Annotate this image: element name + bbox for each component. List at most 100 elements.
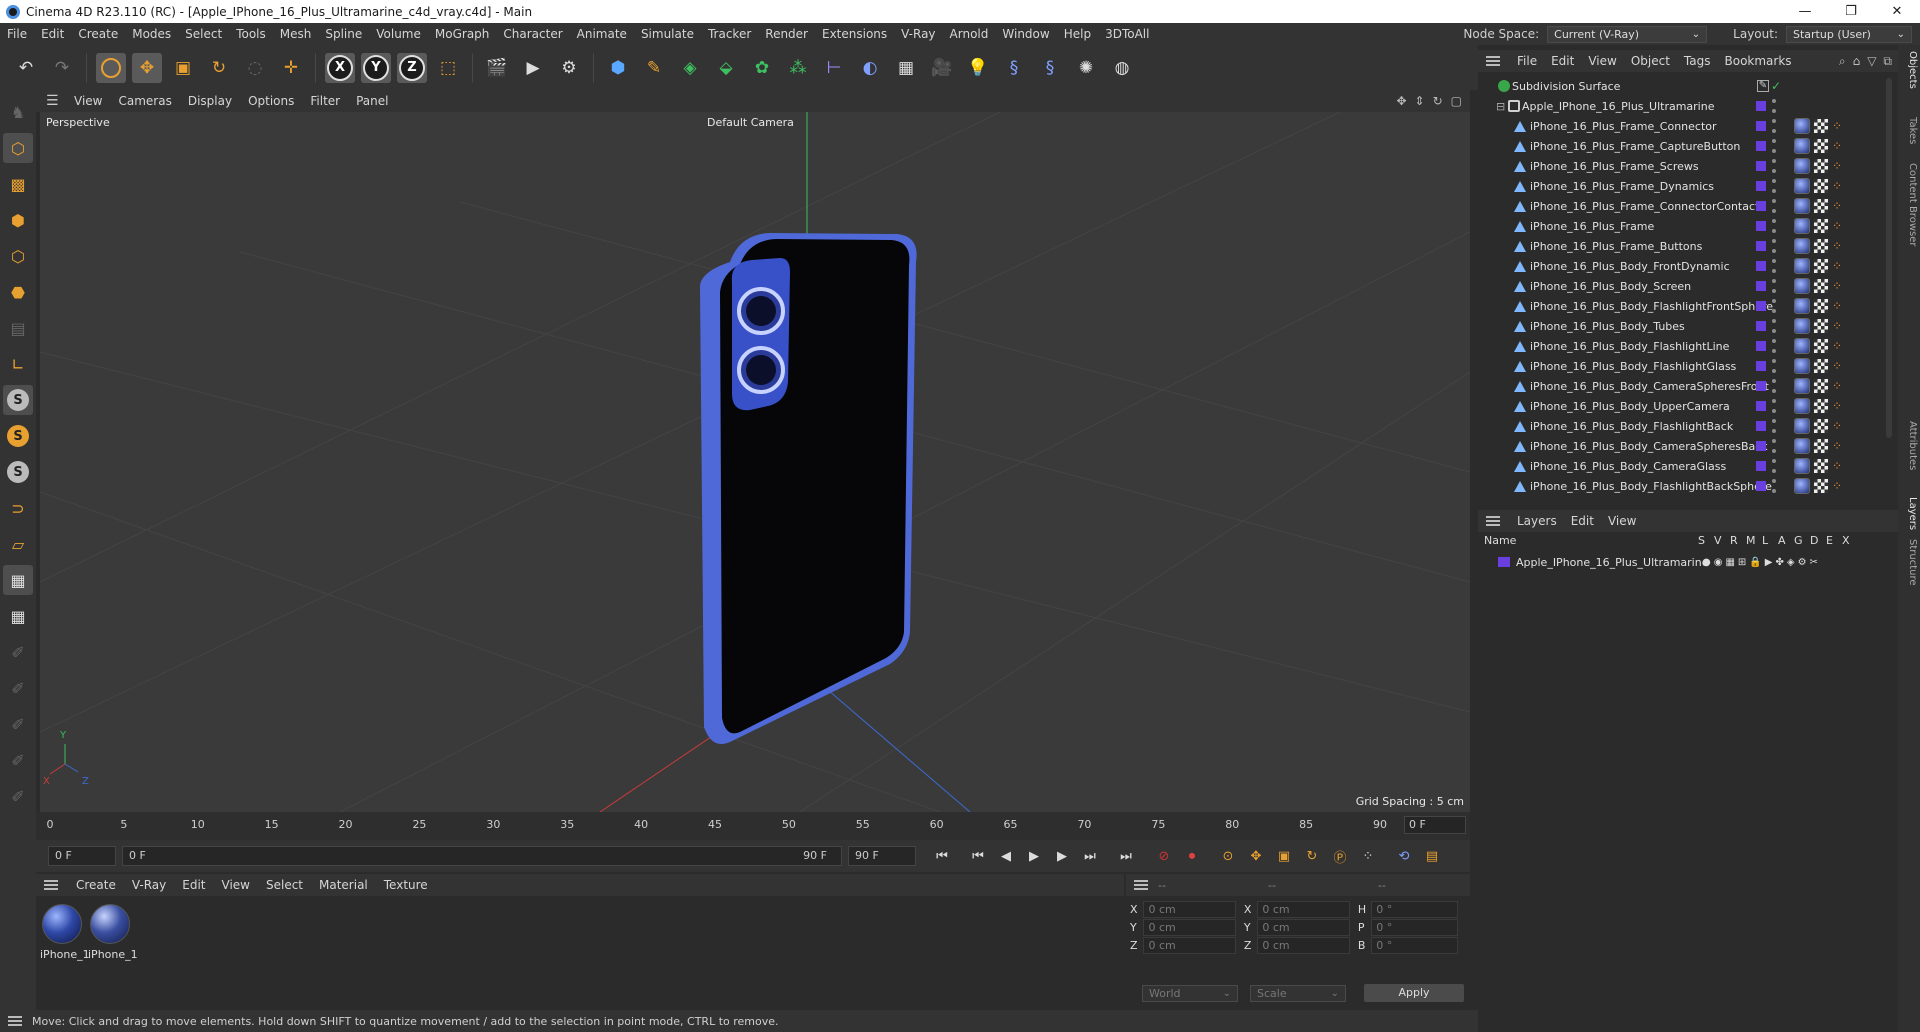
xref-icon[interactable]: ✂ [1810, 557, 1818, 568]
paint-icon[interactable]: ✐ [3, 637, 33, 667]
key-parameter-icon[interactable]: Ⓟ [1328, 844, 1352, 868]
texture-tag-icon[interactable] [1814, 239, 1828, 253]
tree-row-object[interactable]: iPhone_16_Plus_Body_FlashlightBackSphere… [1478, 476, 1898, 496]
objects-menu-file[interactable]: File [1510, 54, 1544, 68]
texture-tag-icon[interactable] [1814, 339, 1828, 353]
side-tab-objects[interactable]: Objects [1900, 51, 1918, 89]
motion-tracking-icon[interactable]: ⟲ [1392, 844, 1416, 868]
play-icon[interactable]: ▶ [1022, 844, 1046, 868]
viewport-menu-options[interactable]: Options [240, 94, 302, 108]
dolly-icon[interactable]: ⇕ [1415, 94, 1425, 108]
layers-menu-layers[interactable]: Layers [1510, 514, 1564, 528]
phong-tag-icon[interactable]: ⁘ [1832, 340, 1844, 352]
material-tag-icon[interactable] [1794, 418, 1810, 434]
material-tag-icon[interactable] [1794, 138, 1810, 154]
visibility-dots-icon[interactable] [1772, 459, 1776, 473]
objects-menu-edit[interactable]: Edit [1544, 54, 1581, 68]
visibility-dots-icon[interactable] [1772, 99, 1776, 113]
size-z-field[interactable]: 0 cm [1257, 936, 1350, 954]
collapse-icon[interactable]: ⊟ [1496, 100, 1505, 113]
objects-menu-tags[interactable]: Tags [1677, 54, 1718, 68]
viewport-menu-filter[interactable]: Filter [302, 94, 348, 108]
phong-tag-icon[interactable]: ⁘ [1832, 280, 1844, 292]
vray-settings-icon[interactable]: ✺ [1071, 53, 1101, 83]
material-menu-vray[interactable]: V-Ray [124, 878, 174, 892]
pan-icon[interactable]: ✥ [1396, 94, 1406, 108]
make-editable-icon[interactable]: ♞ [3, 97, 33, 127]
viewport-menu-icon[interactable]: ☰ [46, 93, 62, 109]
material-tag-icon[interactable] [1794, 118, 1810, 134]
layers-menu-view[interactable]: View [1601, 514, 1643, 528]
size-x-field[interactable]: 0 cm [1257, 900, 1350, 918]
render-view-icon[interactable]: ▶ [518, 53, 548, 83]
tree-row-object[interactable]: iPhone_16_Plus_Frame_Dynamics ⁘ [1478, 176, 1898, 196]
objects-menu-object[interactable]: Object [1624, 54, 1677, 68]
material-tag-icon[interactable] [1794, 158, 1810, 174]
python-icon[interactable]: § [999, 53, 1029, 83]
coordinates-menu-icon[interactable] [1134, 880, 1148, 890]
phong-tag-icon[interactable]: ⁘ [1832, 120, 1844, 132]
status-menu-icon[interactable] [8, 1016, 22, 1026]
phong-tag-icon[interactable]: ⁘ [1832, 400, 1844, 412]
phong-tag-icon[interactable]: ⁘ [1832, 360, 1844, 372]
menu-modes[interactable]: Modes [125, 27, 178, 41]
menu-render[interactable]: Render [758, 27, 815, 41]
cloner-icon[interactable]: ✿ [747, 53, 777, 83]
material-tag-icon[interactable] [1794, 438, 1810, 454]
manager-icon[interactable]: ⊞ [1738, 557, 1746, 568]
phong-tag-icon[interactable]: ⁘ [1832, 300, 1844, 312]
material-menu-create[interactable]: Create [68, 878, 124, 892]
record-icon[interactable]: ⊘ [1152, 844, 1176, 868]
new-window-icon[interactable]: ⧉ [1883, 54, 1892, 69]
texture-tag-icon[interactable] [1814, 259, 1828, 273]
tree-row-object[interactable]: iPhone_16_Plus_Body_FlashlightFrontSpher… [1478, 296, 1898, 316]
minimize-button[interactable]: — [1782, 0, 1828, 23]
material-tag-icon[interactable] [1794, 278, 1810, 294]
phong-tag-icon[interactable]: ⁘ [1832, 140, 1844, 152]
mograph-icon[interactable]: ⁂ [783, 53, 813, 83]
scale-tool-icon[interactable]: ▣ [168, 53, 198, 83]
render-settings-icon[interactable]: ⚙ [554, 53, 584, 83]
visibility-dots-icon[interactable] [1772, 419, 1776, 433]
menu-file[interactable]: File [0, 27, 34, 41]
visibility-dots-icon[interactable] [1772, 299, 1776, 313]
visibility-dots-icon[interactable] [1772, 259, 1776, 273]
rotation-h-field[interactable]: 0 ° [1371, 900, 1458, 918]
material-menu-select[interactable]: Select [258, 878, 311, 892]
menu-animate[interactable]: Animate [570, 27, 634, 41]
tree-row-group[interactable]: ⊟ Apple_IPhone_16_Plus_Ultramarine [1478, 96, 1898, 116]
side-tab-takes[interactable]: Takes [1900, 117, 1918, 144]
texture-tag-icon[interactable] [1814, 439, 1828, 453]
timeline-window-icon[interactable]: ▤ [1420, 844, 1444, 868]
menu-3dtoall[interactable]: 3DToAll [1098, 27, 1156, 41]
keyframe-selection-icon[interactable]: ⊙ [1216, 844, 1240, 868]
magnet-icon[interactable]: ⊃ [3, 493, 33, 523]
phong-tag-icon[interactable]: ⁘ [1832, 160, 1844, 172]
tree-row-object[interactable]: iPhone_16_Plus_Frame ⁘ [1478, 216, 1898, 236]
maximize-viewport-icon[interactable]: ▢ [1451, 94, 1462, 108]
material-menu-icon[interactable] [44, 880, 58, 890]
side-tab-layers[interactable]: Layers [1900, 497, 1918, 530]
points-mode-icon[interactable]: ⬢ [3, 205, 33, 235]
side-tab-content-browser[interactable]: Content Browser [1900, 163, 1918, 246]
material-tag-icon[interactable] [1794, 198, 1810, 214]
transform-tool-icon[interactable]: ✛ [276, 53, 306, 83]
material-tag-icon[interactable] [1794, 338, 1810, 354]
texture-tag-icon[interactable] [1814, 319, 1828, 333]
visibility-dots-icon[interactable] [1772, 439, 1776, 453]
phong-tag-icon[interactable]: ⁘ [1832, 440, 1844, 452]
side-tab-attributes[interactable]: Attributes [1900, 421, 1918, 470]
tree-row-object[interactable]: iPhone_16_Plus_Body_Tubes ⁘ [1478, 316, 1898, 336]
menu-mograph[interactable]: MoGraph [428, 27, 497, 41]
material-tag-icon[interactable] [1794, 398, 1810, 414]
position-y-field[interactable]: 0 cm [1143, 918, 1236, 936]
next-key-icon[interactable]: ⏭ [1078, 844, 1102, 868]
apply-button[interactable]: Apply [1364, 984, 1464, 1002]
close-button[interactable]: ✕ [1874, 0, 1920, 23]
subdivision-icon[interactable]: ◈ [675, 53, 705, 83]
generator-icon[interactable]: ✤ [1775, 557, 1783, 568]
expression-icon[interactable]: ⚙ [1798, 557, 1807, 568]
layers-menu-edit[interactable]: Edit [1564, 514, 1601, 528]
previous-key-icon[interactable]: ⏮ [966, 844, 990, 868]
texture-tag-icon[interactable] [1814, 359, 1828, 373]
